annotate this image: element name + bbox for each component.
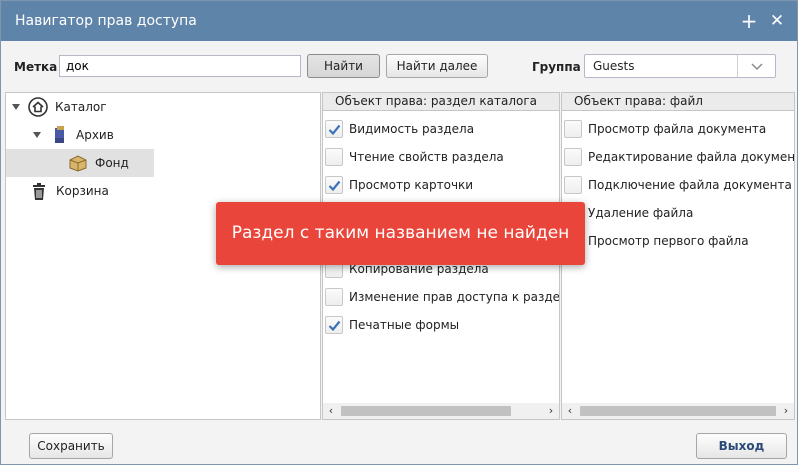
- permission-label: Изменение прав доступа к разделу: [349, 290, 560, 304]
- tree-item-catalog[interactable]: Каталог: [6, 93, 154, 121]
- permission-label: Просмотр карточки: [349, 178, 474, 192]
- permission-checkbox[interactable]: [564, 148, 582, 166]
- group-select-value: Guests: [593, 59, 635, 73]
- tree-item-label: Архив: [76, 128, 114, 142]
- permission-label: Печатные формы: [349, 318, 460, 332]
- error-notification: Раздел с таким названием не найден: [216, 202, 585, 265]
- permission-row[interactable]: Удаление файла: [562, 199, 794, 227]
- file-permissions-panel: Объект права: файл Просмотр файла докуме…: [561, 92, 795, 420]
- file-permissions-header: Объект права: файл: [562, 93, 794, 111]
- archive-icon: [51, 125, 69, 148]
- checkmark-icon: [328, 124, 341, 136]
- find-next-button[interactable]: Найти далее: [386, 54, 488, 78]
- scroll-right-icon[interactable]: ›: [778, 403, 794, 419]
- tree-item-label: Корзина: [56, 184, 109, 198]
- exit-button[interactable]: Выход: [696, 433, 787, 459]
- search-toolbar: Метка Найти Найти далее Группа Guests: [1, 41, 797, 91]
- window-title: Навигатор прав доступа: [15, 13, 197, 29]
- permission-checkbox[interactable]: [325, 120, 343, 138]
- scroll-right-icon[interactable]: ›: [543, 403, 559, 419]
- scrollbar-thumb[interactable]: [580, 406, 776, 416]
- chevron-down-icon[interactable]: [737, 55, 775, 77]
- permission-checkbox[interactable]: [564, 176, 582, 194]
- permission-label: Чтение свойств раздела: [349, 150, 504, 164]
- home-icon: [28, 97, 48, 120]
- tree-item-label: Фонд: [95, 156, 129, 170]
- permission-row[interactable]: Чтение свойств раздела: [323, 143, 559, 171]
- horizontal-scrollbar[interactable]: ‹ ›: [562, 403, 794, 419]
- permission-label: Подключение файла документа: [588, 178, 792, 192]
- checkmark-icon: [328, 320, 341, 332]
- tree-item-archive[interactable]: Архив: [6, 121, 154, 149]
- permission-row[interactable]: Просмотр первого файла: [562, 227, 794, 255]
- permission-checkbox[interactable]: [325, 176, 343, 194]
- scroll-left-icon[interactable]: ‹: [562, 403, 578, 419]
- permission-row[interactable]: Подключение файла документа: [562, 171, 794, 199]
- tag-label: Метка: [14, 60, 58, 74]
- group-label: Группа: [532, 60, 581, 74]
- permission-label: Просмотр файла документа: [588, 122, 767, 136]
- add-icon[interactable]: +: [738, 9, 760, 33]
- expand-arrow-icon[interactable]: [12, 104, 20, 110]
- close-icon[interactable]: ✕: [766, 9, 788, 33]
- permission-label: Редактирование файла документа: [588, 150, 795, 164]
- title-bar: Навигатор прав доступа + ✕: [1, 1, 797, 41]
- find-button[interactable]: Найти: [307, 54, 380, 78]
- tree-item-fund[interactable]: Фонд: [6, 149, 154, 177]
- permission-label: Видимость раздела: [349, 122, 475, 136]
- permission-checkbox[interactable]: [325, 148, 343, 166]
- group-select[interactable]: Guests: [584, 54, 776, 78]
- scroll-left-icon[interactable]: ‹: [323, 403, 339, 419]
- permission-label: Удаление файла: [588, 206, 694, 220]
- permission-row[interactable]: Видимость раздела: [323, 115, 559, 143]
- trash-icon: [31, 181, 47, 204]
- permission-checkbox[interactable]: [325, 288, 343, 306]
- file-permissions-list: Просмотр файла документа Редактирование ф…: [562, 115, 794, 403]
- save-button[interactable]: Сохранить: [29, 433, 113, 459]
- permission-label: Просмотр первого файла: [588, 234, 749, 248]
- permission-row[interactable]: Изменение прав доступа к разделу: [323, 283, 559, 311]
- tree-item-label: Каталог: [55, 100, 107, 114]
- permission-checkbox[interactable]: [564, 120, 582, 138]
- checkmark-icon: [328, 180, 341, 192]
- box-icon: [68, 154, 88, 175]
- scrollbar-thumb[interactable]: [341, 406, 511, 416]
- expand-arrow-icon[interactable]: [33, 132, 41, 138]
- access-rights-navigator-window: Навигатор прав доступа + ✕ Метка Найти Н…: [0, 0, 798, 465]
- permission-row[interactable]: Редактирование файла документа: [562, 143, 794, 171]
- permission-row[interactable]: Просмотр карточки: [323, 171, 559, 199]
- horizontal-scrollbar[interactable]: ‹ ›: [323, 403, 559, 419]
- tree-item-trash[interactable]: Корзина: [6, 177, 154, 205]
- tag-input[interactable]: [59, 55, 301, 77]
- catalog-permissions-header: Объект права: раздел каталога: [323, 93, 559, 111]
- permission-row[interactable]: Просмотр файла документа: [562, 115, 794, 143]
- permission-checkbox[interactable]: [325, 316, 343, 334]
- permission-row[interactable]: Печатные формы: [323, 311, 559, 339]
